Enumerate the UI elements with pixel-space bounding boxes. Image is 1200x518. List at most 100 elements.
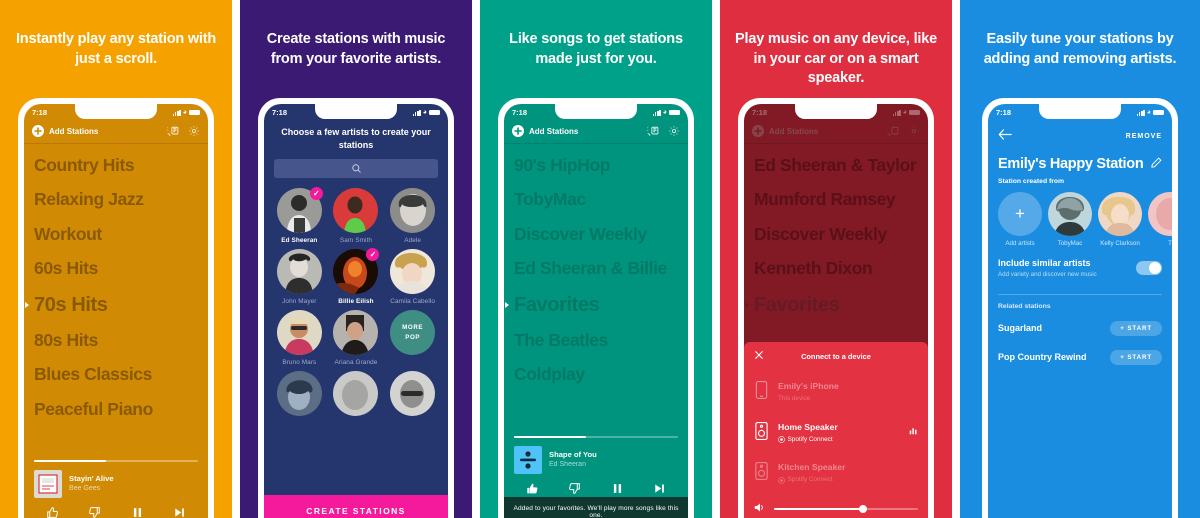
close-icon[interactable]	[754, 350, 764, 360]
artist-tile[interactable]	[387, 371, 438, 417]
station-item-active[interactable]: Favorites	[514, 286, 678, 323]
artist-tile[interactable]: Ariana Grande	[331, 310, 382, 366]
station-item[interactable]: Peaceful Piano	[34, 392, 198, 427]
seed-artist-tile[interactable]: TobyMac	[1048, 192, 1092, 247]
station-item[interactable]: Discover Weekly	[514, 217, 678, 252]
station-item-active[interactable]: 70s Hits	[34, 286, 198, 323]
pause-icon[interactable]	[611, 482, 624, 495]
track-title: Shape of You	[549, 450, 597, 460]
skip-next-icon[interactable]	[653, 482, 666, 495]
skip-next-icon[interactable]	[173, 506, 186, 518]
progress-bar[interactable]	[34, 460, 198, 462]
station-item[interactable]: Ed Sheeran & Billie	[514, 252, 678, 287]
artist-tile[interactable]: ✓ Ed Sheeran	[274, 187, 325, 244]
device-text: Home Speaker Spotify Connect	[778, 417, 900, 445]
gear-icon[interactable]	[188, 125, 200, 137]
create-stations-button[interactable]: CREATE STATIONS	[264, 495, 448, 518]
station-item[interactable]: TobyMac	[514, 183, 678, 218]
pencil-icon[interactable]	[1151, 155, 1162, 173]
station-item[interactable]: Ed Sheeran & Taylor	[754, 148, 918, 183]
station-item[interactable]: Workout	[34, 217, 198, 252]
station-title-row: Emily's Happy Station	[988, 149, 1172, 173]
artist-tile[interactable]: Adele	[387, 188, 438, 244]
station-item[interactable]: Mumford Ramsey	[754, 183, 918, 218]
wifi-icon: ◕	[902, 109, 907, 116]
add-artists-tile[interactable]: + Add artists	[998, 192, 1042, 247]
artist-tile[interactable]: John Mayer	[274, 249, 325, 305]
more-pop-line1: MORE	[402, 324, 424, 332]
cast-icon[interactable]	[647, 125, 659, 137]
now-playing-row: Shape of You Ed Sheeran	[514, 446, 678, 474]
search-input[interactable]	[274, 159, 438, 179]
sheet-title: Connect to a device	[801, 352, 871, 362]
phone-mockup: 7:18 ◕ Add Stations	[498, 98, 694, 518]
station-item[interactable]: 90's HipHop	[514, 148, 678, 183]
station-list: Country Hits Relaxing Jazz Workout 60s H…	[24, 144, 208, 427]
phone-notch	[315, 104, 397, 119]
station-item[interactable]: Blues Classics	[34, 358, 198, 393]
device-sub: Spotify Connect	[778, 475, 918, 485]
artist-tile[interactable]	[274, 371, 325, 417]
seed-artist-name: TobyMac	[1057, 240, 1083, 247]
wifi-icon: ◕	[422, 109, 427, 116]
station-item[interactable]: Relaxing Jazz	[34, 183, 198, 218]
remove-button[interactable]: REMOVE	[1126, 133, 1162, 140]
device-row-active[interactable]: Home Speaker Spotify Connect	[754, 411, 918, 452]
artist-grid: ✓ Ed Sheeran Sam Smith Adele John Mayer …	[264, 187, 448, 417]
include-similar-artists-toggle[interactable]	[1136, 261, 1162, 276]
station-item[interactable]: Coldplay	[514, 358, 678, 393]
thumb-up-icon[interactable]	[526, 482, 539, 495]
cast-icon[interactable]	[167, 125, 179, 137]
cellular-signal-icon	[892, 109, 901, 116]
back-arrow-icon[interactable]	[998, 127, 1012, 145]
connect-device-sheet: Connect to a device Emily's iPhone This …	[744, 342, 928, 518]
add-stations-button[interactable]: Add Stations	[512, 125, 578, 137]
device-name: Home Speaker	[778, 421, 838, 432]
seed-artist-tile[interactable]: Kelly Clarkson	[1098, 192, 1142, 247]
progress-bar[interactable]	[514, 436, 678, 438]
thumb-down-icon[interactable]	[568, 482, 581, 495]
album-art	[34, 470, 62, 498]
station-item[interactable]: Country Hits	[34, 148, 198, 183]
station-item-active[interactable]: Favorites	[754, 286, 918, 323]
device-text: Emily's iPhone This device	[778, 376, 918, 404]
device-row[interactable]: Kitchen Speaker Spotify Connect	[754, 451, 918, 492]
status-time: 7:18	[272, 108, 288, 117]
thumb-down-icon[interactable]	[88, 506, 101, 518]
artist-tile[interactable]: Camila Cabello	[387, 249, 438, 305]
artist-tile[interactable]: Bruno Mars	[274, 310, 325, 366]
station-item[interactable]: 60s Hits	[34, 252, 198, 287]
battery-icon	[429, 109, 440, 116]
start-station-button[interactable]: + START	[1110, 349, 1162, 365]
station-item[interactable]: Kenneth Dixon	[754, 252, 918, 287]
start-station-button[interactable]: + START	[1110, 320, 1162, 336]
now-playing-bar: Stayin' Alive Bee Gees	[24, 460, 208, 518]
pause-icon[interactable]	[131, 506, 144, 518]
artist-tile[interactable]	[331, 371, 382, 417]
gear-icon[interactable]	[908, 125, 920, 137]
artist-tile[interactable]: Sam Smith	[331, 188, 382, 244]
volume-slider[interactable]	[774, 505, 918, 513]
device-row[interactable]: Emily's iPhone This device	[754, 370, 918, 411]
status-indicators: ◕	[412, 109, 440, 116]
cast-icon[interactable]	[887, 125, 899, 137]
phone-notch	[555, 104, 637, 119]
gear-icon[interactable]	[668, 125, 680, 137]
artist-name: Bruno Mars	[282, 359, 317, 367]
sheet-header: Connect to a device	[754, 350, 918, 370]
artist-tile[interactable]: ✓ Billie Eilish	[331, 248, 382, 305]
avatar: ✓	[333, 248, 380, 295]
volume-knob[interactable]	[859, 505, 868, 513]
topbar-icons	[887, 125, 920, 137]
thumb-up-icon[interactable]	[46, 506, 59, 518]
more-pop-tile[interactable]: MORE POP	[387, 310, 438, 366]
cellular-signal-icon	[652, 109, 661, 116]
station-item[interactable]: Discover Weekly	[754, 217, 918, 252]
add-stations-button[interactable]: Add Stations	[32, 125, 98, 137]
station-item[interactable]: 80s Hits	[34, 323, 198, 358]
seed-artist-tile[interactable]: T	[1148, 192, 1172, 247]
station-item[interactable]: The Beatles	[514, 323, 678, 358]
add-stations-button[interactable]: Add Stations	[752, 125, 818, 137]
seed-artist-name: Kelly Clarkson	[1100, 240, 1140, 247]
topbar-divider	[744, 143, 928, 144]
